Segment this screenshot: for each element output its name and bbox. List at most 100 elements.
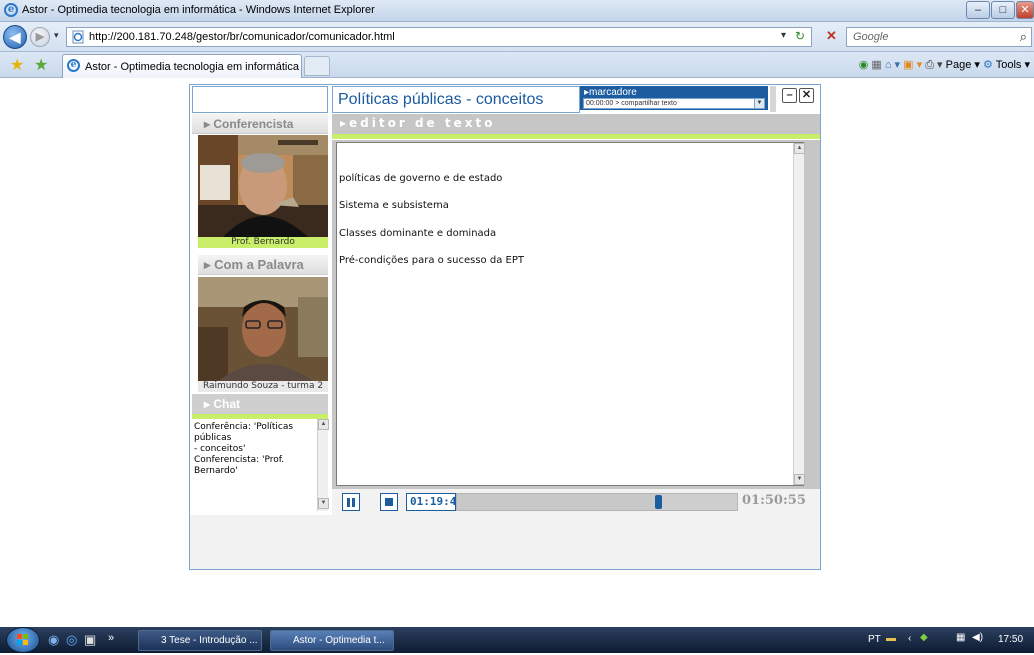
chat-line: Conferencista: 'Prof. Bernardo' (194, 455, 285, 476)
research-icon[interactable]: ▦ (871, 59, 881, 71)
forward-button[interactable]: ▶ (30, 27, 50, 47)
editor-scroll-up-icon[interactable]: ▲ (794, 143, 805, 154)
tray-folder-icon[interactable]: ▬ (886, 633, 896, 644)
address-dropdown-icon[interactable]: ▾ (781, 30, 786, 41)
editor-header-label: ▸editor de texto (340, 116, 496, 130)
stop-button[interactable] (380, 493, 398, 511)
bookmarks-label: ▸marcadore (584, 87, 637, 98)
tab-title: Astor - Optimedia tecnologia em informát… (85, 61, 299, 73)
page-menu[interactable]: Page ▾ (946, 59, 980, 71)
editor-scrollbar[interactable]: ▲ ▼ (793, 143, 805, 485)
quicklaunch-photo-icon[interactable]: ▣ (84, 632, 96, 648)
gear-icon[interactable]: ⚙ (983, 59, 993, 71)
tray-chevron-icon[interactable]: ‹ (908, 633, 911, 644)
editor-accent-bar (332, 134, 820, 139)
search-placeholder: Google (853, 31, 889, 43)
ie-logo-icon: e (4, 3, 18, 17)
history-dropdown-icon[interactable]: ▾ (54, 30, 59, 41)
new-tab-button[interactable] (304, 56, 330, 76)
chat-log: Conferência: 'Políticas públicas - conce… (194, 422, 314, 477)
app-footer (190, 515, 820, 569)
total-time: 01:50:55 (742, 493, 806, 508)
speaker-video[interactable] (198, 135, 328, 237)
speaker-header: ▸ Conferencista (192, 114, 328, 134)
tab-favicon-icon: e (67, 59, 80, 72)
speaker-video-image (198, 135, 328, 237)
bookmarks-panel: ▸marcadore 00:00:00 > compartilhar texto… (580, 86, 768, 110)
chat-line: Conferência: 'Políticas públicas (194, 422, 294, 443)
editor-scroll-down-icon[interactable]: ▼ (794, 474, 805, 485)
command-bar: ◉ ▦ ⌂ ▾ ▣ ▾ ⎙ ▾ Page ▾ ⚙ Tools ▾ (859, 58, 1030, 72)
stop-icon[interactable]: ✕ (826, 28, 837, 44)
maximize-button[interactable]: □ (991, 1, 1015, 19)
pause-icon (347, 498, 355, 507)
chat-line: - conceitos' (194, 444, 246, 454)
left-top-panel (192, 86, 328, 113)
conference-title-box: Políticas públicas - conceitos (332, 86, 580, 113)
header-divider (770, 86, 776, 112)
seek-progress (457, 494, 659, 510)
pause-button[interactable] (342, 493, 360, 511)
communicator-app: ▸ Conferencista Prof. Bernardo ▸ Com a P… (189, 84, 821, 570)
speaker-name: Prof. Bernardo (198, 237, 328, 248)
address-field[interactable]: http://200.181.70.248/gestor/br/comunica… (66, 27, 812, 47)
taskbar-item-ie[interactable]: Astor - Optimedia t... (270, 630, 394, 651)
floor-header: ▸ Com a Palavra (198, 255, 328, 275)
search-icon[interactable]: ⌕ (1020, 29, 1027, 45)
print-icon[interactable]: ⎙ ▾ (925, 59, 942, 71)
clock[interactable]: 17:50 (998, 634, 1023, 645)
conference-title: Políticas públicas - conceitos (338, 91, 544, 108)
bookmarks-selected: 00:00:00 > compartilhar texto (586, 100, 677, 107)
tray-volume-icon[interactable]: ◀) (972, 632, 983, 643)
floor-video[interactable] (198, 277, 328, 381)
floor-name: Raimundo Souza - turma 2 (198, 381, 328, 392)
editor-line: Classes dominante e dominada (339, 228, 497, 239)
favorites-star-icon[interactable]: ★ (10, 55, 24, 75)
minimize-button[interactable]: – (966, 1, 990, 19)
chat-header: ▸ Chat (192, 394, 328, 414)
back-button[interactable]: ◀ (3, 25, 27, 49)
bookmarks-select[interactable]: 00:00:00 > compartilhar texto ▼ (583, 98, 765, 109)
editor-frame: políticas de governo e de estado Sistema… (332, 140, 820, 489)
tray-shield-icon[interactable]: ◆ (920, 632, 928, 643)
tools-menu[interactable]: Tools ▾ (996, 59, 1030, 71)
chat-scroll-up-icon[interactable]: ▲ (318, 419, 329, 430)
tray-network-icon[interactable]: ▦ (956, 632, 965, 643)
seek-slider[interactable] (456, 493, 738, 511)
chat-messages[interactable]: Conferência: 'Políticas públicas - conce… (192, 419, 329, 511)
window-title-bar: e Astor - Optimedia tecnologia em inform… (0, 0, 1034, 22)
stop-square-icon (385, 498, 393, 506)
system-tray: PT ▬ ‹ ◆ ▦ ◀) 17:50 (864, 627, 1034, 653)
close-panel-button[interactable]: ✕ (799, 88, 814, 103)
quicklaunch-ie-icon[interactable]: ◎ (66, 632, 77, 648)
close-button[interactable]: ✕ (1016, 1, 1034, 19)
feeds-icon[interactable]: ◉ (859, 59, 869, 71)
current-time: 01:19:42 (406, 493, 463, 511)
editor-line: Sistema e subsistema (339, 200, 449, 211)
search-input[interactable]: Google ⌕ (846, 27, 1032, 47)
chevron-down-icon[interactable]: ▼ (754, 99, 764, 108)
address-toolbar: ◀ ▶ ▾ http://200.181.70.248/gestor/br/co… (0, 22, 1034, 52)
chat-scrollbar[interactable]: ▲ ▼ (317, 419, 329, 511)
editor-line: Pré-condições para o sucesso da EPT (339, 255, 524, 266)
chat-scroll-down-icon[interactable]: ▼ (318, 498, 329, 509)
quicklaunch-more-icon[interactable]: » (108, 632, 114, 644)
quicklaunch-chrome-icon[interactable]: ◉ (48, 632, 59, 648)
editor-line: políticas de governo e de estado (339, 173, 503, 184)
start-button[interactable] (6, 627, 40, 653)
tab-astor[interactable]: e Astor - Optimedia tecnologia em inform… (62, 54, 302, 78)
editor-header: ▸editor de texto (332, 114, 820, 134)
language-indicator[interactable]: PT (868, 634, 881, 645)
windows-logo-icon (17, 634, 28, 645)
seek-handle[interactable] (655, 495, 663, 509)
playback-bar: 01:19:42 01:50:55 (332, 489, 820, 515)
taskbar-item-word[interactable]: 3 Tese - Introdução ... (138, 630, 262, 651)
windows-taskbar: ◉ ◎ ▣ » 3 Tese - Introdução ... Astor - … (0, 627, 1034, 653)
refresh-icon[interactable]: ↻ (795, 29, 805, 43)
home-icon[interactable]: ⌂ ▾ (885, 59, 900, 71)
rss-icon[interactable]: ▣ ▾ (903, 59, 922, 71)
text-editor[interactable]: políticas de governo e de estado Sistema… (336, 142, 805, 486)
add-favorite-icon[interactable]: ★ (34, 55, 48, 75)
window-title: Astor - Optimedia tecnologia em informát… (22, 4, 375, 16)
minimize-panel-button[interactable]: – (782, 88, 797, 103)
